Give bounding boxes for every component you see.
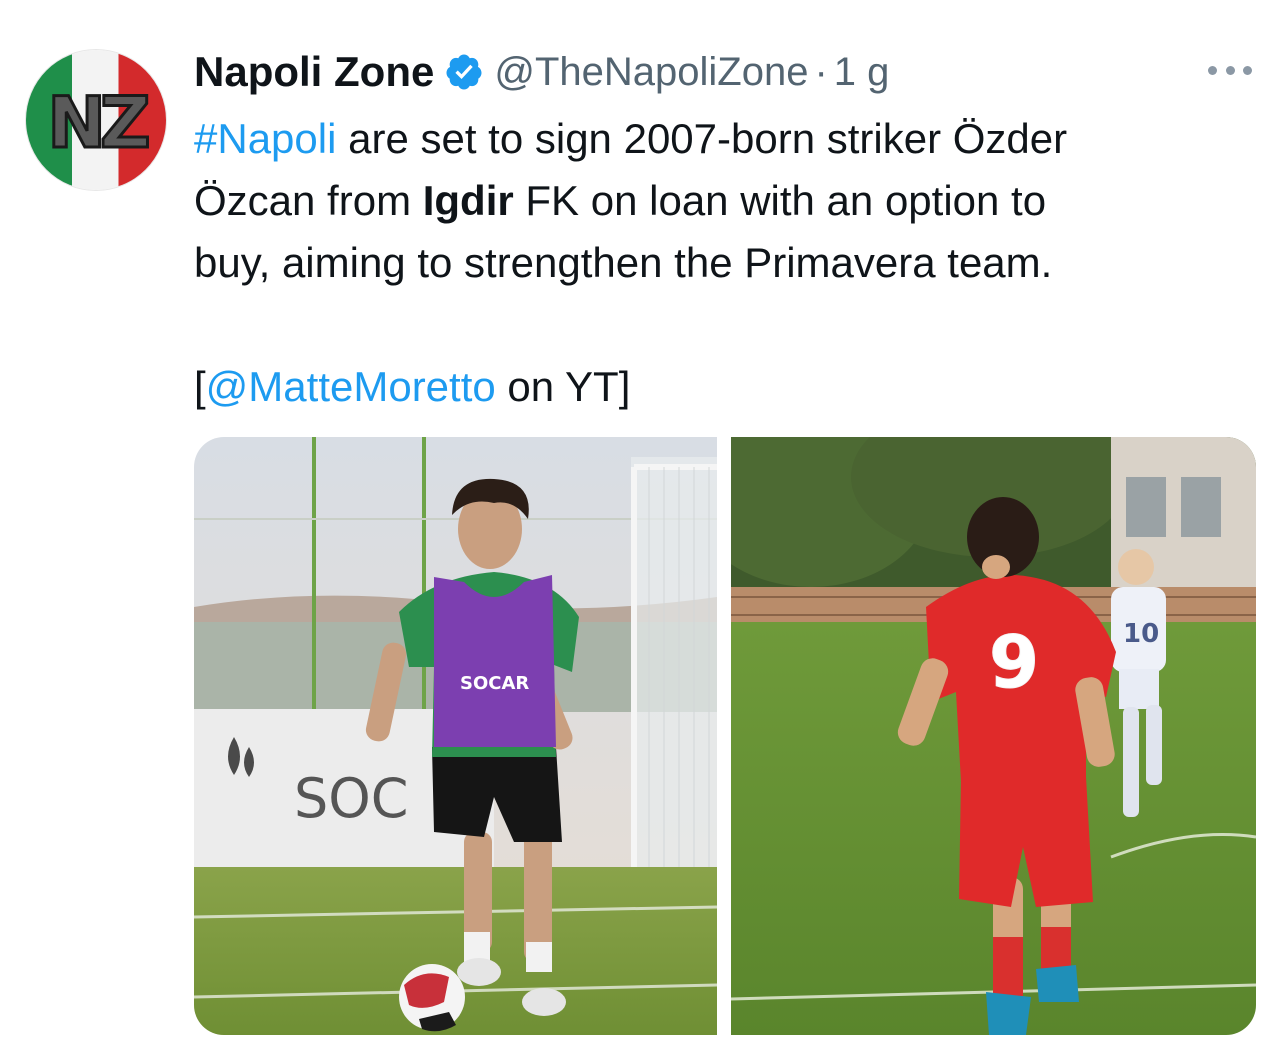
avatar[interactable]: NZ <box>26 50 166 190</box>
text-segment: Özcan from <box>194 177 423 224</box>
text-segment: are set to sign 2007-born striker Özder <box>336 115 1068 162</box>
text-line: #Napoli are set to sign 2007-born strike… <box>194 108 1254 170</box>
verified-badge-icon <box>446 54 482 90</box>
match-photo-image: 10 9 <box>731 437 1256 1035</box>
tweet-header: Napoli Zone @TheNapoliZone · 1 g <box>194 42 889 102</box>
meta-separator: · <box>814 49 828 94</box>
opponent-number: 10 <box>1123 619 1159 649</box>
training-photo-image: SOC SOCAR <box>194 437 717 1035</box>
text-segment: [ <box>194 363 206 410</box>
avatar-monogram: NZ <box>46 81 152 166</box>
timestamp[interactable]: 1 g <box>834 50 890 95</box>
text-line: buy, aiming to strengthen the Primavera … <box>194 239 1053 286</box>
dot <box>1225 65 1235 75</box>
media-grid: SOC SOCAR 10 9 <box>194 437 1256 1035</box>
bold-text: Igdir <box>422 177 514 224</box>
author-handle[interactable]: @TheNapoliZone <box>494 50 808 95</box>
bib-sponsor-text: SOCAR <box>460 673 529 694</box>
author-name[interactable]: Napoli Zone <box>194 48 434 96</box>
photo-match-player[interactable]: 10 9 <box>731 437 1256 1035</box>
banner-sponsor-text: SOC <box>294 767 409 830</box>
tweet-text: #Napoli are set to sign 2007-born strike… <box>194 108 1254 418</box>
hashtag-link[interactable]: #Napoli <box>194 115 336 162</box>
credit-line: [@MatteMoretto on YT] <box>194 356 1254 418</box>
mention-link[interactable]: @MatteMoretto <box>206 363 496 410</box>
more-options-icon[interactable] <box>1208 60 1252 80</box>
player-number: 9 <box>989 620 1039 704</box>
text-segment: FK on loan with an option to <box>513 177 1047 224</box>
photo-training-player[interactable]: SOC SOCAR <box>194 437 717 1035</box>
dot <box>1208 65 1217 75</box>
text-segment: on YT] <box>495 363 631 410</box>
text-line: Özcan from Igdir FK on loan with an opti… <box>194 170 1254 232</box>
dot <box>1243 65 1252 75</box>
